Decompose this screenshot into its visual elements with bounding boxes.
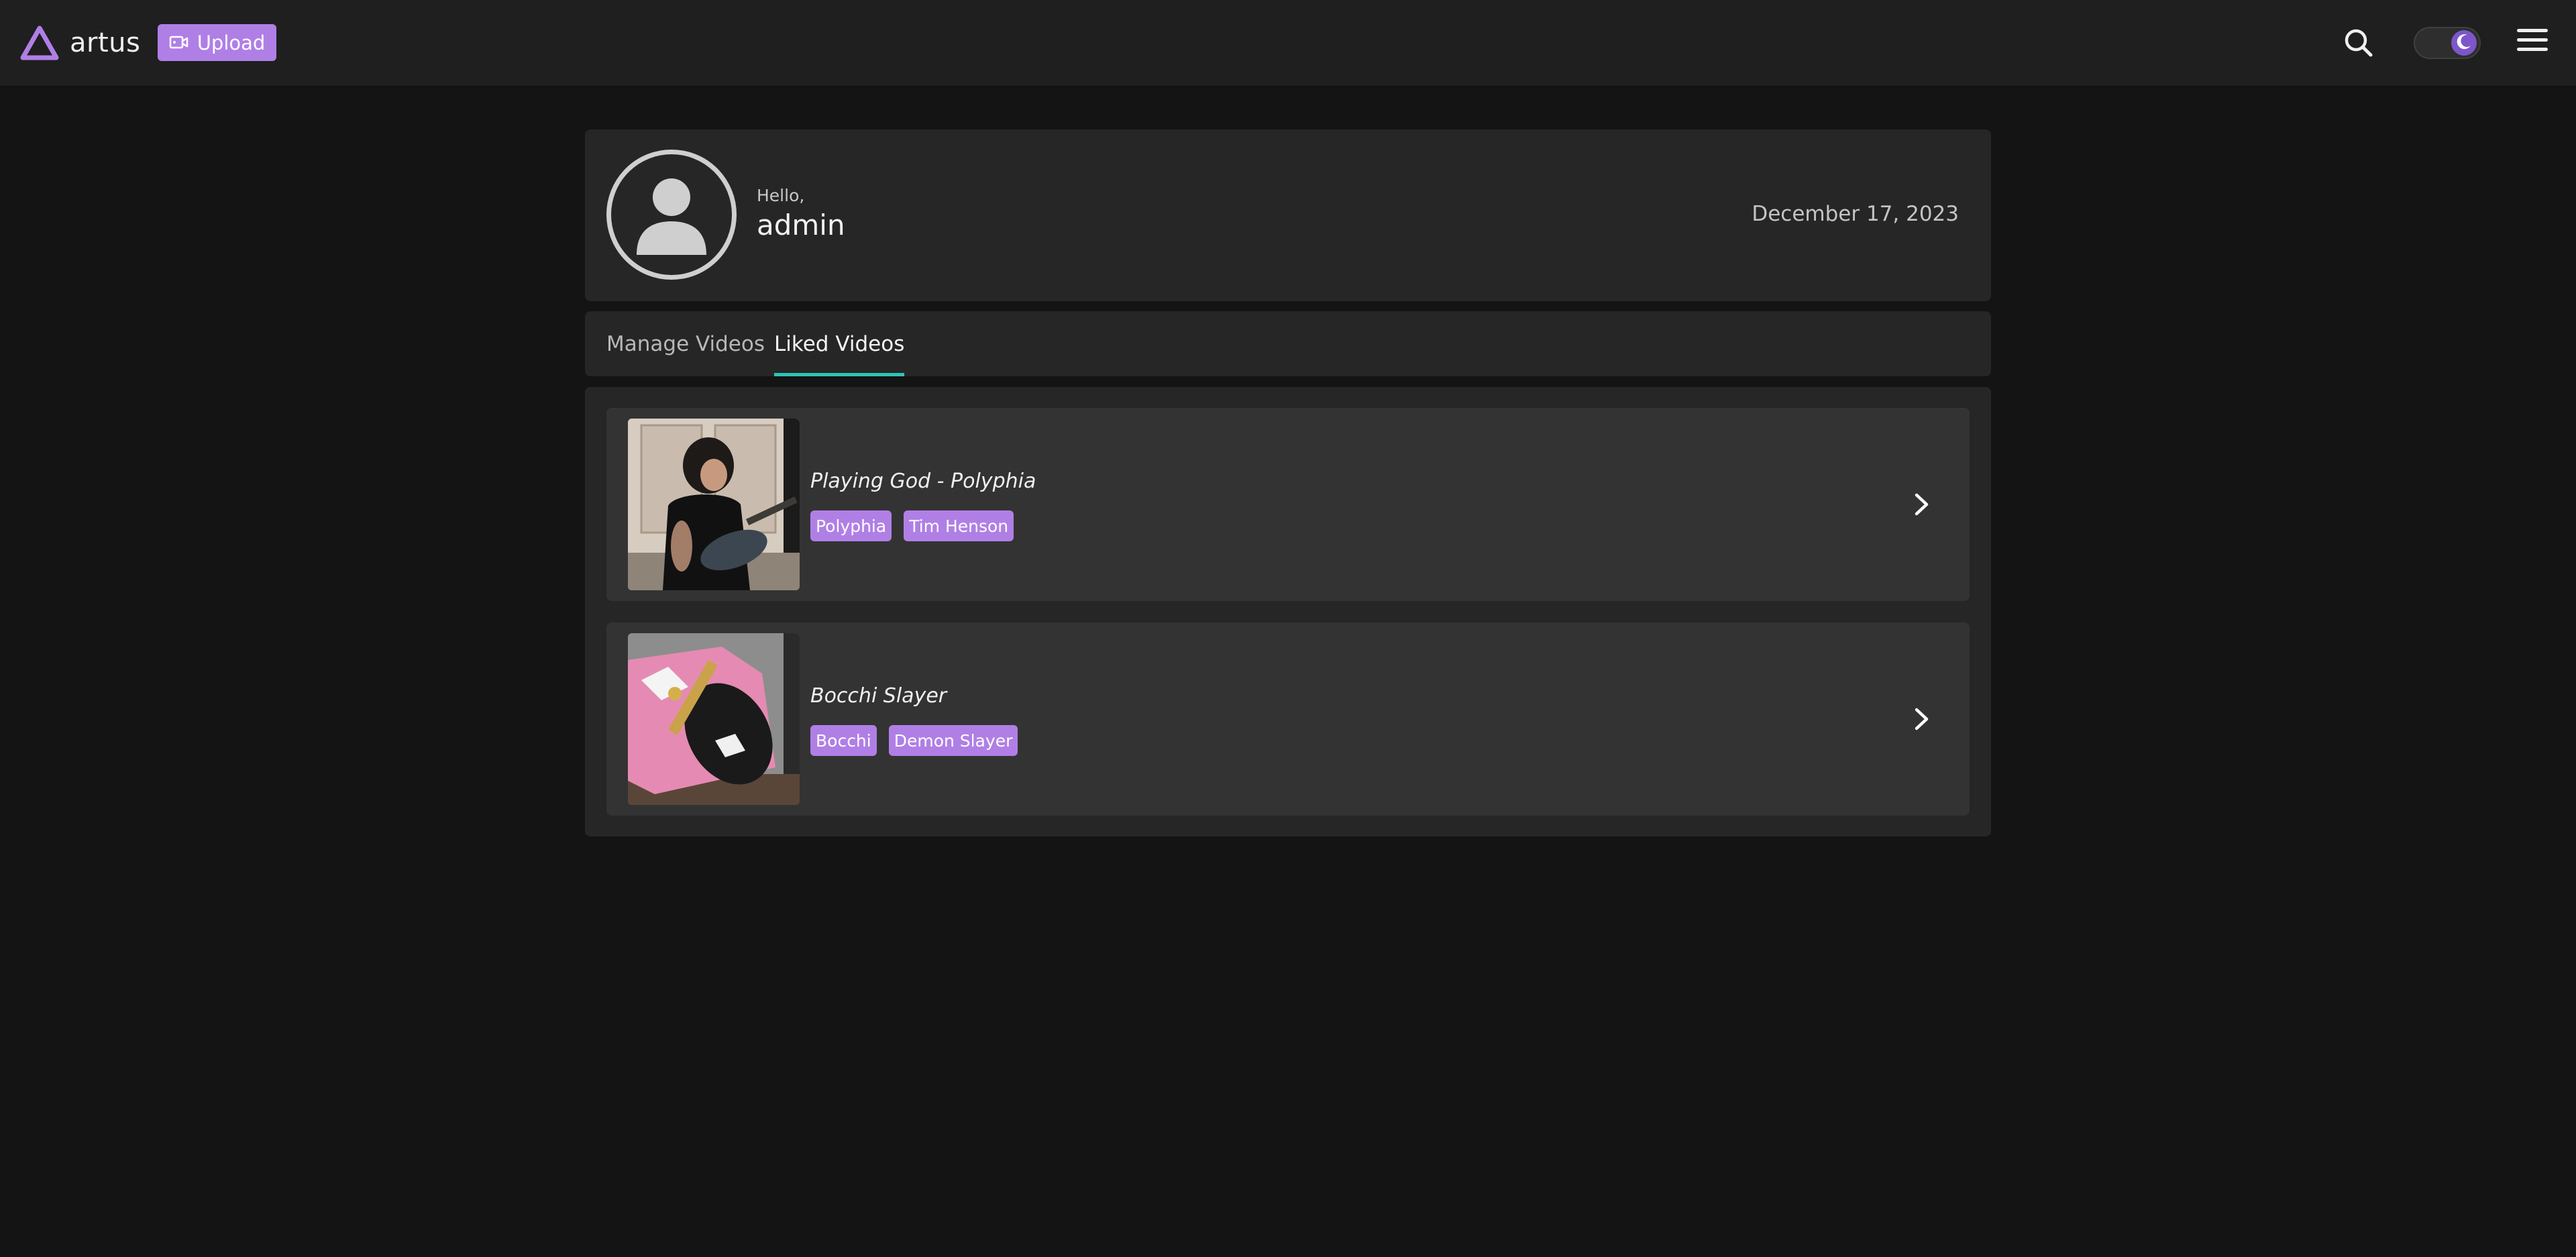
video-title[interactable]: Playing God - Polyphia — [810, 470, 1036, 493]
video-list-item[interactable]: Playing God - Polyphia Polyphia Tim Hens… — [606, 408, 1970, 601]
current-date: December 17, 2023 — [1752, 202, 1959, 226]
moon-icon — [2455, 32, 2473, 54]
user-avatar-icon — [606, 150, 737, 280]
tag-badge[interactable]: Bocchi — [810, 725, 877, 756]
video-camera-icon — [169, 32, 189, 54]
liked-videos-list: Playing God - Polyphia Polyphia Tim Hens… — [585, 387, 1991, 836]
tag-badge[interactable]: Polyphia — [810, 510, 892, 541]
upload-button-label: Upload — [197, 31, 266, 54]
toggle-knob — [2451, 30, 2477, 56]
hamburger-menu-icon-bar — [2517, 38, 2548, 42]
video-thumbnail[interactable] — [628, 633, 800, 805]
theme-toggle-switch[interactable] — [2414, 27, 2481, 59]
greeting-text: Hello, — [757, 186, 805, 205]
top-navigation-bar: artus Upload — [0, 0, 2576, 85]
chevron-right-icon[interactable] — [1905, 488, 1937, 521]
video-thumbnail[interactable] — [628, 419, 800, 590]
hamburger-menu-icon-bar — [2517, 48, 2548, 51]
tag-badge[interactable]: Demon Slayer — [888, 725, 1018, 756]
tab-manage-videos[interactable]: Manage Videos — [606, 311, 765, 376]
brand-logo-link[interactable]: artus — [20, 23, 140, 63]
brand-name: artus — [70, 28, 141, 58]
tab-liked-videos[interactable]: Liked Videos — [774, 311, 905, 376]
hamburger-menu-button[interactable] — [2517, 28, 2549, 58]
search-icon — [2343, 29, 2375, 61]
search-button[interactable] — [2343, 27, 2375, 59]
hamburger-menu-icon-bar — [2517, 29, 2548, 32]
video-tags: Polyphia Tim Henson — [810, 510, 1014, 541]
chevron-right-icon[interactable] — [1905, 703, 1937, 735]
video-tags: Bocchi Demon Slayer — [810, 725, 1018, 756]
upload-button[interactable]: Upload — [158, 24, 276, 61]
profile-tabs: Manage Videos Liked Videos — [585, 311, 1991, 376]
video-list-item[interactable]: Bocchi Slayer Bocchi Demon Slayer — [606, 622, 1970, 816]
username: admin — [757, 209, 845, 241]
video-title[interactable]: Bocchi Slayer — [810, 684, 947, 708]
tag-badge[interactable]: Tim Henson — [904, 510, 1014, 541]
triangle-logo-icon — [20, 25, 59, 60]
profile-card: Hello, admin December 17, 2023 — [585, 129, 1991, 301]
